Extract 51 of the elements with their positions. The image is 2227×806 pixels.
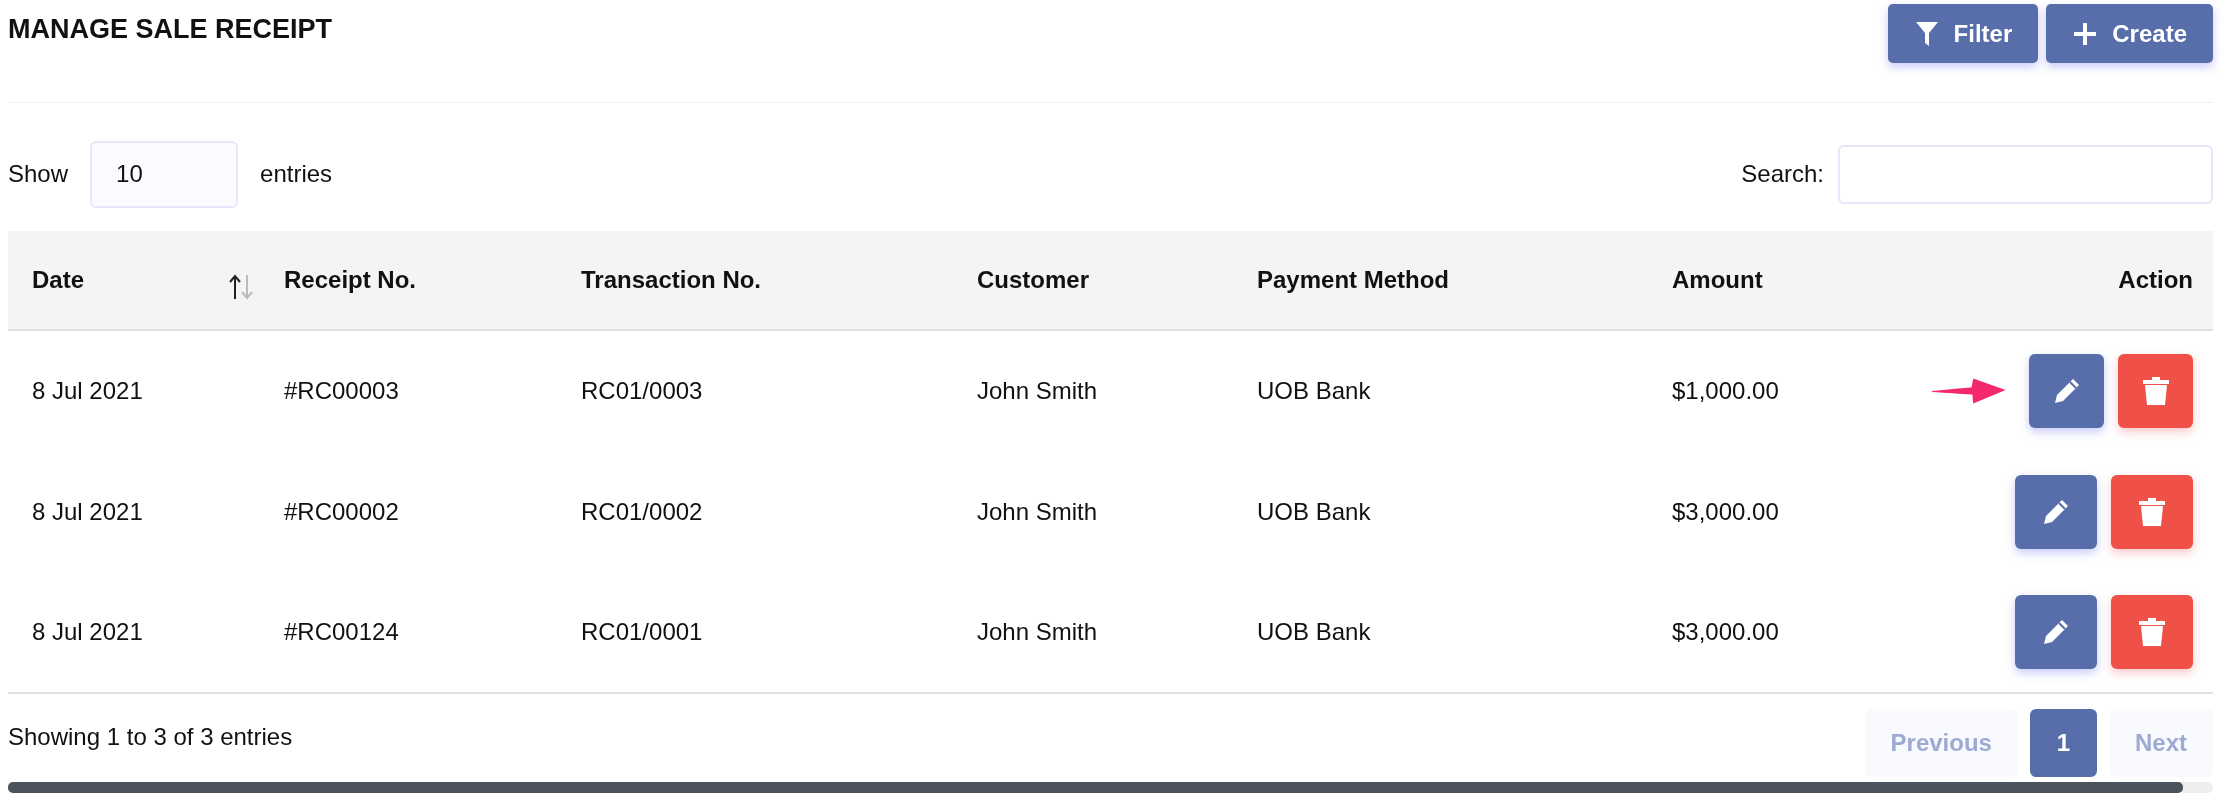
table-cell: UOB Bank (1257, 497, 1371, 525)
filter-button[interactable]: Filter (1887, 4, 2039, 63)
table-cell: #RC00003 (284, 377, 399, 404)
table-cell: UOB Bank (1257, 618, 1371, 645)
column-header[interactable]: Action (2118, 266, 2193, 294)
show-label: Show (8, 160, 69, 188)
entries-label: entries (260, 160, 333, 188)
scrollbar-thumb[interactable] (8, 782, 2183, 793)
search-label: Search: (1741, 160, 1824, 188)
table-cell: UOB Bank (1257, 377, 1371, 404)
trash-icon (2142, 377, 2169, 405)
table-cell: $1,000.00 (1672, 377, 1779, 404)
table-cell: John Smith (977, 377, 1098, 404)
table-cell: RC01/0002 (581, 497, 703, 525)
column-header[interactable]: Date (32, 266, 85, 294)
table-info: Showing 1 to 3 of 3 entries (8, 723, 293, 751)
column-header[interactable]: Payment Method (1257, 266, 1450, 294)
edit-button[interactable] (2015, 474, 2097, 549)
table-cell: #RC00124 (284, 618, 399, 645)
column-header[interactable]: Transaction No. (581, 266, 762, 294)
trash-icon (2139, 497, 2165, 526)
page-button[interactable]: 1 (2029, 709, 2097, 777)
table-cell: RC01/0001 (581, 618, 703, 645)
edit-button[interactable] (2015, 595, 2097, 669)
column-header[interactable]: Customer (977, 266, 1090, 294)
column-header[interactable]: Receipt No. (284, 266, 417, 294)
delete-button[interactable] (2111, 595, 2193, 669)
entries-select[interactable]: 10 (90, 140, 239, 208)
table-cell: 8 Jul 2021 (32, 497, 143, 525)
table-cell: John Smith (977, 618, 1098, 645)
delete-button[interactable] (2111, 474, 2193, 549)
sort-icon[interactable] (228, 274, 254, 300)
plus-icon (2074, 22, 2097, 45)
pencil-icon (2052, 377, 2081, 405)
table-cell: $3,000.00 (1672, 497, 1779, 525)
edit-button[interactable] (2029, 354, 2105, 428)
search-field[interactable] (1838, 144, 2213, 204)
filter-icon (1915, 21, 1938, 46)
create-button[interactable]: Create (2046, 4, 2213, 63)
table-cell: #RC00002 (284, 497, 399, 525)
table-cell: John Smith (977, 497, 1098, 525)
table-cell: RC01/0003 (581, 377, 703, 404)
pencil-icon (2042, 618, 2070, 646)
column-header[interactable]: Amount (1672, 266, 1763, 294)
trash-icon (2139, 618, 2165, 646)
table-cell: 8 Jul 2021 (32, 377, 143, 404)
table-cell: $3,000.00 (1672, 618, 1779, 645)
table-cell: 8 Jul 2021 (32, 618, 143, 645)
delete-button[interactable] (2118, 354, 2193, 428)
page-title: MANAGE SALE RECEIPT (8, 14, 333, 45)
pencil-icon (2042, 497, 2070, 526)
